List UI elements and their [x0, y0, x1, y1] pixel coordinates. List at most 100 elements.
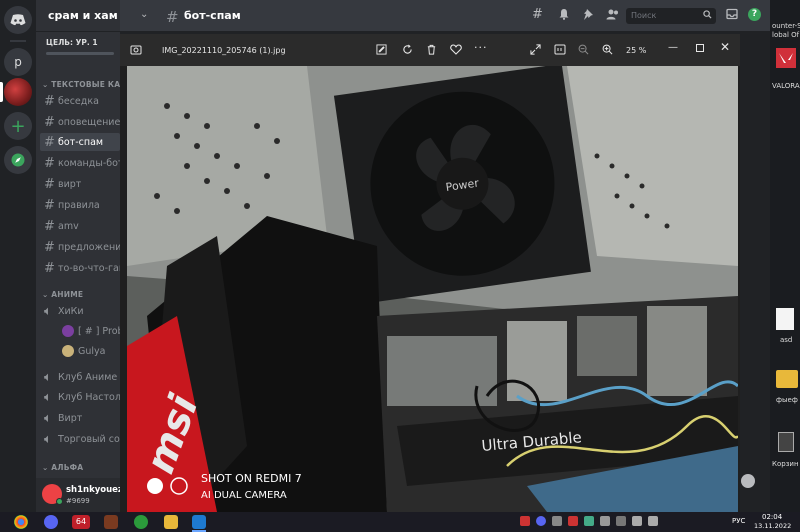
channel-label: Клуб Настол: [58, 391, 120, 403]
language-indicator[interactable]: РУС: [732, 517, 745, 525]
help-icon[interactable]: ?: [748, 8, 761, 21]
chevron-down-icon[interactable]: ⌄: [140, 9, 148, 20]
folder-icon[interactable]: [776, 370, 798, 388]
channel-item[interactable]: # правила: [44, 196, 100, 214]
volume-icon[interactable]: [648, 516, 658, 526]
trash-icon[interactable]: [426, 44, 437, 55]
desktop-label: asd: [780, 336, 793, 344]
bell-icon[interactable]: [558, 8, 570, 20]
voice-channel-item[interactable]: 🔈︎ Клуб Аниме: [44, 368, 117, 386]
channel-item[interactable]: # оповещение: [44, 113, 120, 131]
desktop-label: фыеф: [776, 396, 798, 404]
channel-title: бот-спам: [184, 9, 241, 22]
discord-taskbar-icon[interactable]: [44, 515, 58, 529]
server-icon-active[interactable]: [4, 78, 32, 106]
channel-label: Торговый сок: [58, 433, 120, 445]
threads-icon[interactable]: #: [532, 7, 543, 22]
channel-item[interactable]: # команды-бот: [44, 154, 120, 172]
channel-label: оповещение: [58, 116, 120, 128]
category-text-channels[interactable]: ⌄ ТЕКСТОВЫЕ КАНАЛЫ: [42, 80, 120, 89]
user-panel: sh1nkyouez ! #9699: [36, 478, 130, 512]
explore-compass-icon[interactable]: [4, 146, 32, 174]
clock-time[interactable]: 02:04: [762, 513, 782, 521]
category-anime[interactable]: ⌄ АНИМЕ: [42, 290, 83, 299]
channel-item[interactable]: # то-во-что-гам: [44, 259, 120, 277]
hash-icon: #: [44, 93, 55, 109]
voice-channel-item[interactable]: 🔈︎ Клуб Настол: [44, 388, 120, 406]
boost-progress: [46, 52, 114, 55]
status-dot: [56, 498, 63, 505]
hash-icon: #: [44, 134, 55, 150]
clock-date[interactable]: 13.11.2022: [754, 522, 791, 530]
channel-label: бот-спам: [58, 136, 104, 148]
zoom-in-icon[interactable]: [602, 44, 613, 55]
more-icon[interactable]: ···: [474, 41, 488, 54]
edit-icon[interactable]: [376, 44, 387, 55]
tray-icon[interactable]: [536, 516, 546, 526]
voice-user[interactable]: Gulya: [62, 342, 105, 360]
voice-channel-item[interactable]: 🔈︎ Торговый сок: [44, 430, 120, 448]
channel-item[interactable]: # беседка: [44, 92, 99, 110]
explorer-icon[interactable]: [164, 515, 178, 529]
inbox-icon[interactable]: [726, 8, 738, 20]
zoom-out-icon[interactable]: [578, 44, 589, 55]
server-icon-p[interactable]: p: [4, 48, 32, 76]
category-alpha[interactable]: ⌄ АЛЬФА: [42, 463, 83, 472]
discord-home-icon[interactable]: [4, 6, 32, 34]
server-header[interactable]: срам и хам: [36, 0, 120, 32]
search-input[interactable]: Поиск: [626, 8, 716, 24]
channel-item-selected[interactable]: # бот-спам: [40, 133, 120, 151]
actual-size-icon[interactable]: [554, 44, 566, 55]
hash-icon: #: [44, 155, 55, 171]
voice-channel-item[interactable]: 🔈︎ ХиКи: [44, 302, 84, 320]
file-icon[interactable]: [776, 308, 794, 330]
emoji-icon[interactable]: [741, 474, 755, 488]
tray-icon[interactable]: [600, 516, 610, 526]
tray-icon[interactable]: [552, 516, 562, 526]
tray-icon[interactable]: [520, 516, 530, 526]
aida64-icon[interactable]: 64: [72, 515, 90, 529]
members-icon[interactable]: [606, 8, 620, 20]
category-label: ТЕКСТОВЫЕ КАНАЛЫ: [51, 80, 120, 89]
channel-label: команды-бот: [58, 157, 120, 169]
gallery-icon[interactable]: [130, 44, 142, 56]
system-tray: [520, 516, 720, 528]
hash-icon: #: [44, 114, 55, 130]
photos-icon[interactable]: [192, 515, 206, 529]
hash-icon: #: [44, 218, 55, 234]
voice-channel-item[interactable]: 🔈︎ Вирт: [44, 409, 82, 427]
minimize-icon[interactable]: —: [668, 42, 678, 53]
channel-sidebar: срам и хам ЦЕЛЬ: УР. 1 ⌄ ТЕКСТОВЫЕ КАНАЛ…: [36, 0, 120, 512]
xbox-icon[interactable]: [134, 515, 148, 529]
channel-header: # ⌄ бот-спам # Поиск ?: [120, 0, 770, 32]
watermark-line2: AI DUAL CAMERA: [201, 490, 287, 501]
wifi-icon[interactable]: [632, 516, 642, 526]
speaker-icon: 🔈︎: [44, 410, 52, 426]
channel-item[interactable]: # amv: [44, 217, 79, 235]
voice-user[interactable]: [ # ] Prob: [62, 322, 120, 340]
channel-item[interactable]: # вирт: [44, 175, 81, 193]
channel-item[interactable]: #предложения: [44, 238, 120, 256]
close-icon[interactable]: ✕: [720, 40, 730, 54]
boost-goal[interactable]: ЦЕЛЬ: УР. 1: [46, 38, 98, 47]
pin-icon[interactable]: [582, 8, 594, 20]
tray-icon[interactable]: [616, 516, 626, 526]
tray-icon[interactable]: [568, 516, 578, 526]
maximize-icon[interactable]: [696, 44, 704, 52]
user-tag: #9699: [66, 497, 90, 505]
app-icon[interactable]: [104, 515, 118, 529]
search-placeholder: Поиск: [631, 11, 657, 20]
add-server-icon[interactable]: +: [4, 112, 32, 140]
heart-icon[interactable]: [450, 44, 462, 55]
recycle-bin-icon[interactable]: [778, 432, 794, 452]
chrome-icon[interactable]: [14, 515, 28, 529]
rotate-icon[interactable]: [402, 44, 413, 55]
channel-label: amv: [58, 220, 79, 232]
aida64-label: 64: [75, 517, 87, 526]
expand-icon[interactable]: [530, 44, 541, 55]
channel-label: Клуб Аниме: [58, 371, 118, 383]
server-initial: p: [14, 55, 22, 69]
valorant-icon[interactable]: [776, 48, 796, 68]
desktop-label: Корзин: [772, 460, 799, 468]
tray-icon[interactable]: [584, 516, 594, 526]
